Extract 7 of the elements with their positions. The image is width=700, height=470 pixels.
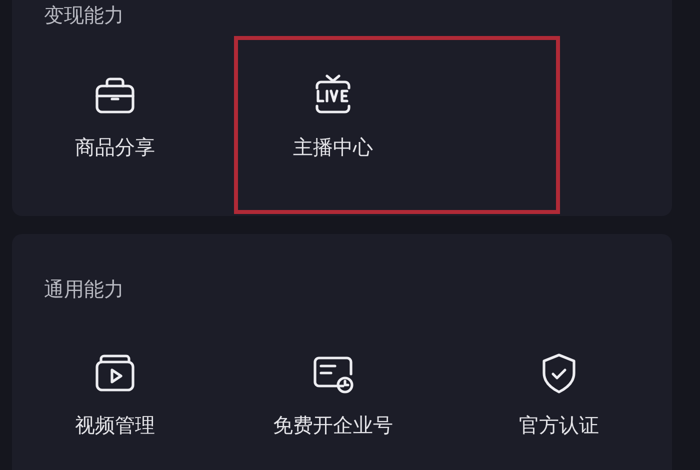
feature-label[interactable]: 视频管理: [75, 412, 155, 438]
feature-label[interactable]: 主播中心: [293, 134, 373, 160]
feature-label[interactable]: 官方认证: [519, 412, 599, 438]
feature-label[interactable]: 商品分享: [75, 134, 155, 160]
section-title: 变现能力: [44, 2, 125, 28]
feature-label[interactable]: 免费开企业号: [273, 412, 393, 438]
section-title: 通用能力: [44, 276, 125, 302]
